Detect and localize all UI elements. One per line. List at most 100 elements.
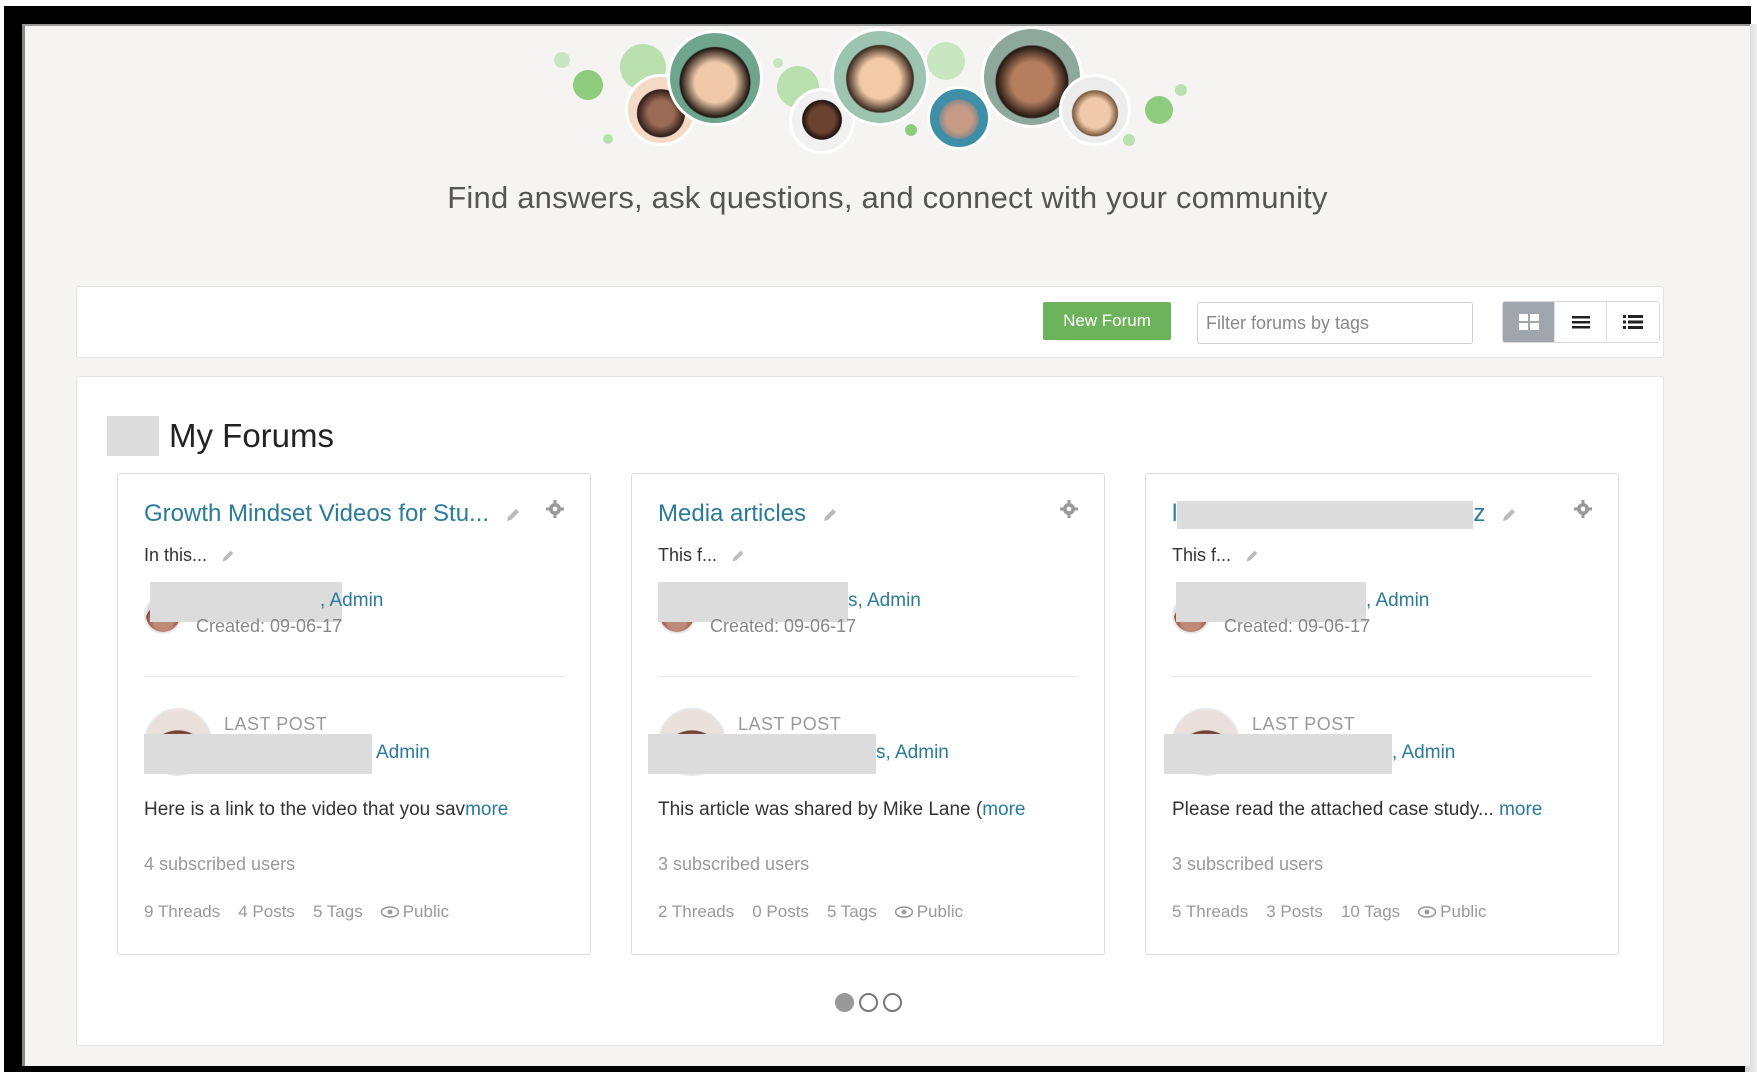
tags-count: 10 Tags: [1340, 902, 1401, 921]
hero-bubble: [573, 70, 603, 100]
filter-tags-input[interactable]: [1197, 302, 1473, 344]
hero-bubble: [773, 58, 783, 68]
last-post-snippet: Please read the attached case study... m…: [1172, 799, 1542, 821]
new-forum-button[interactable]: New Forum: [1043, 302, 1171, 340]
posts-count: 4 Posts: [238, 902, 295, 921]
edit-pencil-icon[interactable]: [821, 506, 839, 524]
edit-pencil-icon[interactable]: [730, 548, 746, 564]
forums-page: Find answers, ask questions, and connect…: [22, 24, 1750, 1066]
grid-view-icon: [1518, 314, 1539, 330]
carousel-dot-2[interactable]: [859, 993, 878, 1012]
last-post-role[interactable]: , Admin: [1392, 742, 1455, 764]
forum-owner: , Admin Created: 09-06-17: [1172, 582, 1592, 642]
view-toggle-group: [1502, 301, 1660, 343]
subscribed-users: 3 subscribed users: [658, 854, 810, 874]
eye-icon: [380, 906, 399, 918]
created-date: Created: 09-06-17: [710, 616, 857, 636]
hero-bubble: [1175, 84, 1187, 96]
snippet-text: This article was shared by Mike Lane (: [658, 799, 983, 820]
redacted-section-icon: [107, 416, 159, 456]
forum-title-row: Media articles: [658, 500, 839, 528]
snippet-text: Please read the attached case study...: [1172, 799, 1500, 820]
edit-pencil-icon[interactable]: [504, 506, 522, 524]
owner-role[interactable]: s, Admin: [848, 590, 921, 612]
hero-bubble: [554, 52, 570, 68]
community-member-avatar: [1059, 74, 1131, 146]
carousel-pagination: [835, 993, 902, 1012]
visibility: Public: [1418, 902, 1486, 922]
visibility-label: Public: [402, 902, 450, 921]
card-divider: [144, 676, 564, 677]
forum-title-link[interactable]: Media articles: [658, 500, 806, 527]
card-divider: [658, 676, 1078, 677]
redacted-last-post-author: [144, 734, 372, 774]
last-post-snippet: Here is a link to the video that you sav…: [144, 799, 508, 821]
subscribed-users: 4 subscribed users: [144, 854, 296, 874]
gear-icon[interactable]: [546, 500, 564, 518]
last-post-role[interactable]: Admin: [376, 742, 430, 764]
eye-icon: [1418, 906, 1437, 918]
detail-list-view-icon: [1623, 315, 1643, 329]
hero-bubble: [1123, 134, 1135, 146]
section-title: My Forums: [169, 417, 334, 454]
hero-bubble: [603, 134, 613, 144]
more-link[interactable]: more: [1499, 799, 1542, 820]
forum-title-row: lz: [1172, 500, 1518, 529]
edit-pencil-icon[interactable]: [1500, 506, 1518, 524]
forum-title-link[interactable]: Growth Mindset Videos for Stu...: [144, 500, 489, 527]
posts-count: 0 Posts: [752, 902, 809, 921]
forum-stats: 5 Threads 3 Posts 10 Tags Public: [1172, 902, 1486, 922]
forum-card[interactable]: lz This f... , Admin Created: 09-06-17 L…: [1145, 473, 1619, 955]
created-date: Created: 09-06-17: [1224, 616, 1371, 636]
card-divider: [1172, 676, 1592, 677]
forum-card[interactable]: Growth Mindset Videos for Stu... In this…: [117, 473, 591, 955]
threads-count: 9 Threads: [144, 902, 221, 921]
last-post: LAST POST s, Admin: [648, 708, 1088, 778]
last-post: LAST POST Admin: [144, 708, 574, 778]
forum-title-row: Growth Mindset Videos for Stu...: [144, 500, 522, 528]
last-post-label: LAST POST: [1252, 714, 1356, 734]
tags-count: 5 Tags: [312, 902, 363, 921]
community-member-avatar: [831, 28, 929, 126]
visibility: Public: [380, 902, 450, 922]
owner-role[interactable]: , Admin: [320, 590, 383, 612]
last-post: LAST POST , Admin: [1164, 708, 1602, 778]
forum-stats: 9 Threads 4 Posts 5 Tags Public: [144, 902, 449, 922]
gear-icon[interactable]: [1060, 500, 1078, 518]
created-date: Created: 09-06-17: [196, 616, 343, 636]
last-post-snippet: This article was shared by Mike Lane (mo…: [658, 799, 1025, 821]
redacted-forum-title: [1177, 500, 1474, 529]
hero-bubble: [1145, 96, 1173, 124]
gear-icon[interactable]: [1574, 500, 1592, 518]
last-post-label: LAST POST: [224, 714, 328, 734]
posts-count: 3 Posts: [1266, 902, 1323, 921]
community-member-avatar: [667, 30, 763, 126]
forum-card[interactable]: Media articles This f... s, Admin Create…: [631, 473, 1105, 955]
forum-description: In this...: [144, 545, 236, 566]
visibility: Public: [894, 902, 964, 922]
forum-description-text: In this...: [144, 545, 208, 565]
threads-count: 5 Threads: [1172, 902, 1249, 921]
carousel-dot-1[interactable]: [835, 993, 854, 1012]
edit-pencil-icon[interactable]: [1244, 548, 1260, 564]
snippet-text: Here is a link to the video that you sav: [144, 799, 466, 820]
edit-pencil-icon[interactable]: [220, 548, 236, 564]
detail-list-view-button[interactable]: [1607, 302, 1659, 342]
forum-toolbar: New Forum: [76, 286, 1664, 358]
more-link[interactable]: more: [982, 799, 1025, 820]
carousel-dot-3[interactable]: [883, 993, 902, 1012]
subscribed-users: 3 subscribed users: [1172, 854, 1324, 874]
list-view-button[interactable]: [1555, 302, 1607, 342]
hero-bubble: [927, 42, 965, 80]
last-post-role[interactable]: s, Admin: [876, 742, 949, 764]
more-link[interactable]: more: [465, 799, 508, 820]
visibility-label: Public: [1440, 902, 1487, 921]
grid-view-button[interactable]: [1503, 302, 1555, 342]
visibility-label: Public: [916, 902, 964, 921]
threads-count: 2 Threads: [658, 902, 735, 921]
forum-description: This f...: [658, 545, 746, 566]
owner-role[interactable]: , Admin: [1366, 590, 1429, 612]
section-header: My Forums: [107, 415, 334, 457]
redacted-last-post-author: [648, 734, 876, 774]
forum-description-text: This f...: [1172, 545, 1232, 565]
